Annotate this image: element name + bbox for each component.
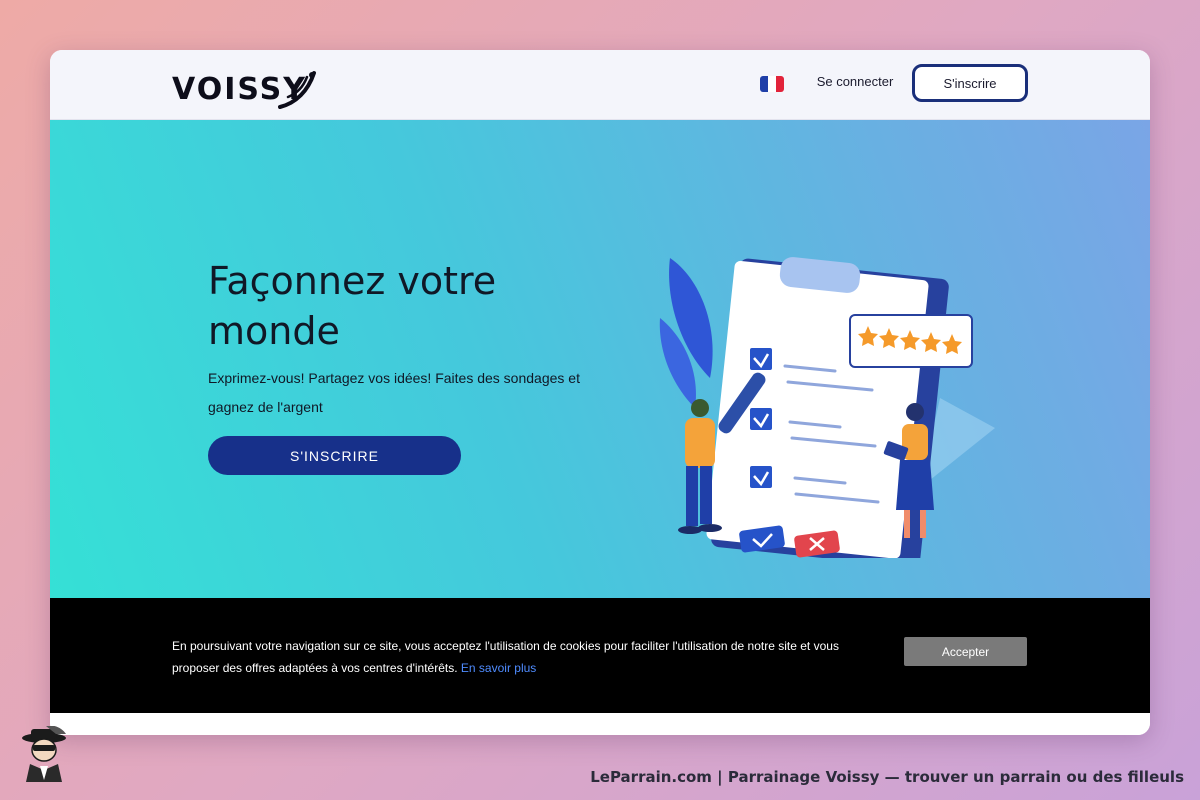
hero-section: Façonnez votre monde Exprimez-vous! Part… (50, 120, 1150, 598)
logo-swoosh-icon (278, 71, 316, 109)
hero-subtitle: Exprimez-vous! Partagez vos idées! Faite… (208, 370, 580, 415)
hero-title: Façonnez votre monde (208, 259, 497, 353)
site-header: VOISSY Se connecter S'inscrire (50, 50, 1150, 120)
cookie-message: En poursuivant votre navigation sur ce s… (172, 635, 852, 679)
cookie-banner: En poursuivant votre navigation sur ce s… (50, 598, 1150, 713)
hero-signup-button[interactable]: S'INSCRIRE (208, 436, 461, 475)
page-footer-strip (50, 713, 1150, 735)
login-link[interactable]: Se connecter (810, 74, 900, 94)
accept-cookies-button[interactable]: Accepter (904, 637, 1027, 666)
watermark-caption: LeParrain.com | Parrainage Voissy — trou… (590, 768, 1184, 786)
french-flag-icon[interactable] (760, 76, 784, 92)
signup-button[interactable]: S'inscrire (912, 64, 1028, 102)
survey-clipboard-illustration (659, 257, 995, 558)
cookie-learn-more-link[interactable]: En savoir plus (461, 661, 536, 675)
browser-frame: VOISSY Se connecter S'inscrire Façonnez … (50, 50, 1150, 735)
mascot-icon (22, 726, 66, 782)
voissy-logo[interactable]: VOISSY (172, 67, 320, 111)
